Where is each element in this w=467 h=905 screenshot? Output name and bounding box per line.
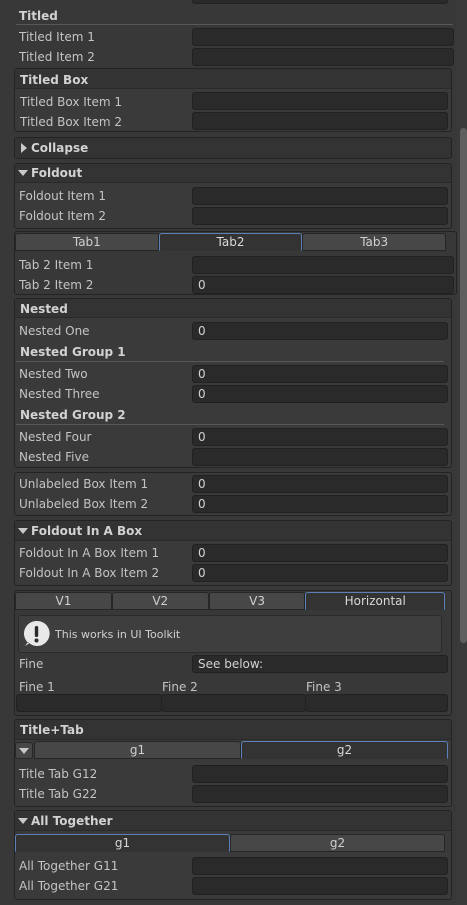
titled-item-1-label: Titled Item 1 [19, 30, 95, 44]
foldout-in-a-box-item-1-label: Foldout In A Box Item 1 [19, 546, 160, 560]
tab-title-g2[interactable]: g2 [241, 741, 448, 759]
all-together-title[interactable]: All Together [31, 814, 113, 828]
nested-group-1-title: Nested Group 1 [20, 345, 126, 359]
nested-three-label: Nested Three [19, 387, 100, 401]
tab2-item-2-field[interactable]: 0 [192, 276, 454, 294]
fine-label: Fine [19, 657, 44, 671]
foldout-in-a-box-item-2-label: Foldout In A Box Item 2 [19, 566, 160, 580]
all-together-item-1-field[interactable] [192, 857, 448, 875]
v-tab-bar: V1 V2 V3 Horizontal [15, 592, 445, 610]
scrollbar-thumb[interactable] [460, 128, 467, 643]
fine-2-field[interactable] [161, 694, 306, 712]
foldout-title[interactable]: Foldout [31, 166, 82, 180]
all-together-tab-bar: g1 g2 [15, 834, 445, 852]
all-together-arrow-icon[interactable] [18, 818, 28, 824]
foldout-in-a-box-title[interactable]: Foldout In A Box [31, 524, 142, 538]
nested-group-1-separator [16, 361, 444, 362]
tab-tab2[interactable]: Tab2 [158, 233, 303, 251]
fine-3-field[interactable] [305, 694, 448, 712]
foldout-in-a-box-item-1-field[interactable]: 0 [192, 544, 448, 562]
nested-four-label: Nested Four [19, 430, 92, 444]
foldout-arrow-icon[interactable] [18, 170, 28, 176]
foldout-in-a-box-item-2-field[interactable]: 0 [192, 564, 448, 582]
foldout-in-a-box-arrow-icon[interactable] [18, 528, 28, 534]
help-text: This works in UI Toolkit [55, 628, 181, 641]
collapse-arrow-icon[interactable] [21, 143, 27, 153]
foldout-item-2-field[interactable] [192, 207, 448, 225]
all-together-item-2-field[interactable] [192, 877, 448, 895]
titled-box-item-2-label: Titled Box Item 2 [20, 115, 123, 129]
titled-box-item-1-field[interactable] [192, 92, 448, 110]
tab2-item-2-label: Tab 2 Item 2 [19, 278, 94, 292]
top-partial-field[interactable] [192, 0, 448, 4]
title-tab-toggle[interactable] [15, 742, 33, 759]
fine-1-field[interactable] [16, 694, 162, 712]
title-tab-item-2-field[interactable] [192, 785, 448, 803]
titled-box-title: Titled Box [20, 73, 89, 87]
foldout-item-1-field[interactable] [192, 187, 448, 205]
fine-2-label: Fine 2 [162, 680, 198, 694]
tab-tab1[interactable]: Tab1 [15, 233, 159, 251]
foldout-item-2-label: Foldout Item 2 [19, 209, 106, 223]
titled-item-2-field[interactable] [192, 48, 454, 66]
tab-v3[interactable]: V3 [208, 592, 306, 610]
tab-title-g1[interactable]: g1 [34, 741, 241, 759]
nested-three-field[interactable]: 0 [192, 385, 448, 403]
titled-title: Titled [19, 9, 58, 23]
tab-horizontal[interactable]: Horizontal [305, 592, 445, 610]
fine-1-label: Fine 1 [19, 680, 55, 694]
nested-group-2-title: Nested Group 2 [20, 408, 126, 422]
titled-box-item-1-label: Titled Box Item 1 [20, 95, 123, 109]
nested-five-field[interactable] [192, 448, 448, 466]
title-tab-arrow-icon[interactable] [19, 748, 29, 754]
tab2-item-1-field[interactable] [192, 256, 454, 274]
info-exclamation-icon [23, 620, 50, 647]
all-together-item-2-label: All Together G21 [19, 879, 119, 893]
titled-item-1-field[interactable] [192, 28, 454, 46]
nested-group-2-separator [16, 424, 444, 425]
unlabeled-box-item-1-label: Unlabeled Box Item 1 [19, 477, 149, 491]
nested-one-field[interactable]: 0 [192, 322, 448, 340]
unlabeled-box-item-2-field[interactable]: 0 [192, 495, 448, 513]
nested-two-label: Nested Two [19, 367, 88, 381]
tab-bar: Tab1 Tab2 Tab3 [15, 233, 447, 251]
nested-five-label: Nested Five [19, 450, 89, 464]
title-tab-title: Title+Tab [20, 723, 84, 737]
nested-four-field[interactable]: 0 [192, 428, 448, 446]
nested-title: Nested [20, 302, 68, 316]
tab-all-g2[interactable]: g2 [230, 834, 445, 852]
fine-3-label: Fine 3 [306, 680, 342, 694]
title-tab-item-1-label: Title Tab G12 [19, 767, 98, 781]
all-together-item-1-label: All Together G11 [19, 859, 119, 873]
title-tab-item-1-field[interactable] [192, 765, 448, 783]
unlabeled-box-item-2-label: Unlabeled Box Item 2 [19, 497, 149, 511]
unlabeled-box-item-1-field[interactable]: 0 [192, 475, 448, 493]
nested-two-field[interactable]: 0 [192, 365, 448, 383]
title-tab-bar: g1 g2 [34, 741, 448, 759]
foldout-item-1-label: Foldout Item 1 [19, 189, 106, 203]
title-tab-item-2-label: Title Tab G22 [19, 787, 98, 801]
nested-one-label: Nested One [19, 324, 90, 338]
tab-tab3[interactable]: Tab3 [302, 233, 447, 251]
titled-item-2-label: Titled Item 2 [19, 50, 95, 64]
titled-separator [16, 24, 453, 25]
tab2-item-1-label: Tab 2 Item 1 [19, 258, 94, 272]
tab-v1[interactable]: V1 [15, 592, 112, 610]
nested-header [15, 299, 451, 318]
collapse-title[interactable]: Collapse [31, 141, 88, 155]
tab-v2[interactable]: V2 [111, 592, 209, 610]
tab-all-g1[interactable]: g1 [15, 834, 230, 852]
fine-field[interactable]: See below: [192, 655, 448, 673]
titled-box-item-2-field[interactable] [192, 112, 448, 130]
